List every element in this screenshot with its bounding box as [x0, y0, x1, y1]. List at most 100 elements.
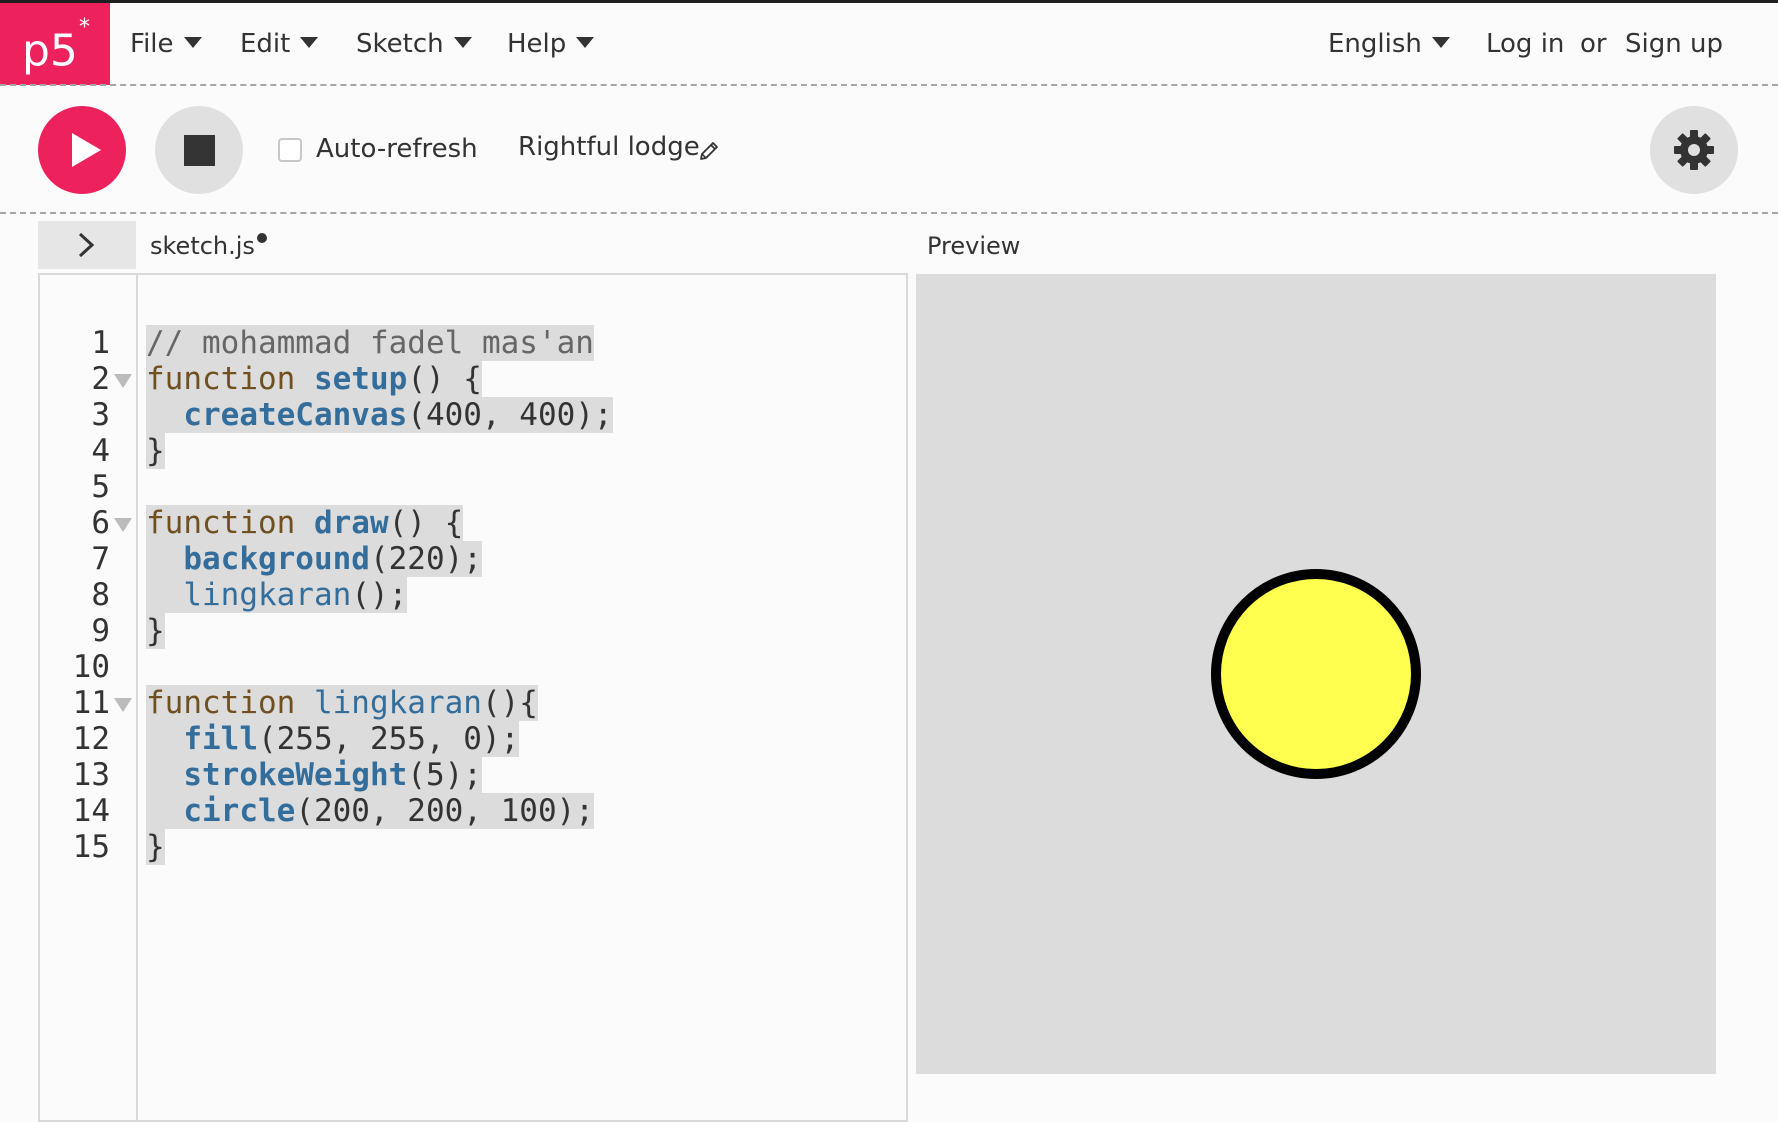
or-text: or [1580, 29, 1607, 59]
gear-icon [1674, 130, 1714, 170]
code-text: } [146, 829, 165, 865]
file-tab-sketch-js[interactable]: sketch.js [150, 232, 255, 260]
menu-help-label: Help [507, 29, 567, 59]
sketch-name[interactable]: Rightful lodge [518, 132, 700, 162]
line-number: 14 [72, 793, 110, 829]
code-token: (5); [407, 757, 482, 793]
caret-down-icon [183, 37, 202, 48]
code-line[interactable]: 12 fill(255, 255, 0); [0, 721, 900, 757]
line-number: 9 [91, 613, 110, 649]
p5-logo[interactable]: p5* [0, 3, 110, 85]
code-line[interactable]: 7 background(220); [0, 541, 900, 577]
code-line[interactable]: 9} [0, 613, 900, 649]
code-line[interactable]: 14 circle(200, 200, 100); [0, 793, 900, 829]
code-line[interactable]: 2 function setup() { [0, 361, 900, 397]
code-token: (220); [369, 541, 482, 577]
code-line[interactable]: 8 lingkaran(); [0, 577, 900, 613]
code-token: } [146, 613, 165, 649]
code-token: (200, 200, 100); [295, 793, 594, 829]
line-number: 5 [91, 469, 110, 505]
menu-file[interactable]: File [130, 3, 202, 85]
fold-arrow-icon[interactable] [114, 518, 132, 532]
code-text: lingkaran(); [146, 577, 408, 613]
code-token: background [183, 541, 370, 577]
toolbar-divider [0, 212, 1778, 214]
language-dropdown[interactable]: English [1328, 3, 1450, 85]
code-token: } [146, 433, 165, 469]
code-line[interactable]: 5 [0, 469, 900, 505]
line-number: 8 [91, 577, 110, 613]
menu-sketch[interactable]: Sketch [356, 3, 472, 85]
code-line[interactable]: 13 strokeWeight(5); [0, 757, 900, 793]
line-number: 12 [72, 721, 110, 757]
sidebar-toggle-button[interactable] [38, 221, 136, 269]
preview-canvas[interactable] [916, 274, 1716, 1074]
menu-sketch-label: Sketch [356, 29, 444, 59]
caret-down-icon [453, 37, 472, 48]
code-token: circle [183, 793, 296, 829]
menu-help[interactable]: Help [507, 3, 595, 85]
code-text: function setup() { [146, 361, 482, 397]
code-line[interactable]: 11 function lingkaran(){ [0, 685, 900, 721]
settings-button[interactable] [1650, 106, 1738, 194]
play-button[interactable] [38, 106, 126, 194]
code-line[interactable]: 1 // mohammad fadel mas'an [0, 325, 900, 361]
code-text: circle(200, 200, 100); [146, 793, 594, 829]
login-link[interactable]: Log in [1486, 3, 1564, 85]
top-nav: p5* File Edit Sketch Help English Log in… [0, 3, 1778, 85]
code-line[interactable]: 6 function draw() { [0, 505, 900, 541]
code-token: (255, 255, 0); [257, 721, 520, 757]
code-token: draw [313, 505, 389, 541]
fold-arrow-icon[interactable] [114, 698, 132, 712]
code-text: } [146, 613, 165, 649]
menu-edit[interactable]: Edit [240, 3, 319, 85]
code-token: setup [313, 361, 408, 397]
code-text: background(220); [146, 541, 482, 577]
line-number: 4 [91, 433, 110, 469]
line-number: 13 [72, 757, 110, 793]
nav-divider [0, 84, 1778, 86]
line-number: 6 [91, 505, 110, 541]
code-line[interactable]: 3 createCanvas(400, 400); [0, 397, 900, 433]
preview-sketch-svg [1211, 569, 1421, 779]
fold-arrow-icon[interactable] [114, 374, 132, 388]
code-text: } [146, 433, 165, 469]
code-token: lingkaran [313, 685, 482, 721]
code-token: function [146, 361, 314, 397]
code-token: function [146, 505, 314, 541]
line-number: 3 [91, 397, 110, 433]
chevron-right-icon [78, 232, 95, 258]
code-line[interactable]: 10 [0, 649, 900, 685]
code-token: function [146, 685, 314, 721]
auto-refresh-label[interactable]: Auto-refresh [316, 134, 478, 164]
code-text: // mohammad fadel mas'an [146, 325, 594, 361]
stop-button[interactable] [155, 106, 243, 194]
line-number: 11 [72, 685, 110, 721]
menu-file-label: File [130, 29, 174, 59]
line-number: 7 [91, 541, 110, 577]
code-token: (){ [481, 685, 538, 721]
auto-refresh-checkbox[interactable] [278, 138, 302, 162]
code-lines[interactable]: 1 // mohammad fadel mas'an 2 function setup… [0, 325, 900, 865]
pencil-icon[interactable] [698, 140, 720, 162]
line-number: 1 [91, 325, 110, 361]
preview-label: Preview [927, 232, 1021, 260]
line-number: 2 [91, 361, 110, 397]
yellow-circle [1211, 569, 1421, 779]
code-line[interactable]: 4} [0, 433, 900, 469]
code-token: strokeWeight [183, 757, 408, 793]
code-text: fill(255, 255, 0); [146, 721, 520, 757]
unsaved-indicator [257, 233, 267, 243]
code-text: strokeWeight(5); [146, 757, 482, 793]
code-token: } [146, 829, 165, 865]
logo-asterisk: * [78, 15, 90, 40]
code-line[interactable]: 15} [0, 829, 900, 865]
signup-link[interactable]: Sign up [1625, 3, 1723, 85]
code-token: createCanvas [183, 397, 408, 433]
